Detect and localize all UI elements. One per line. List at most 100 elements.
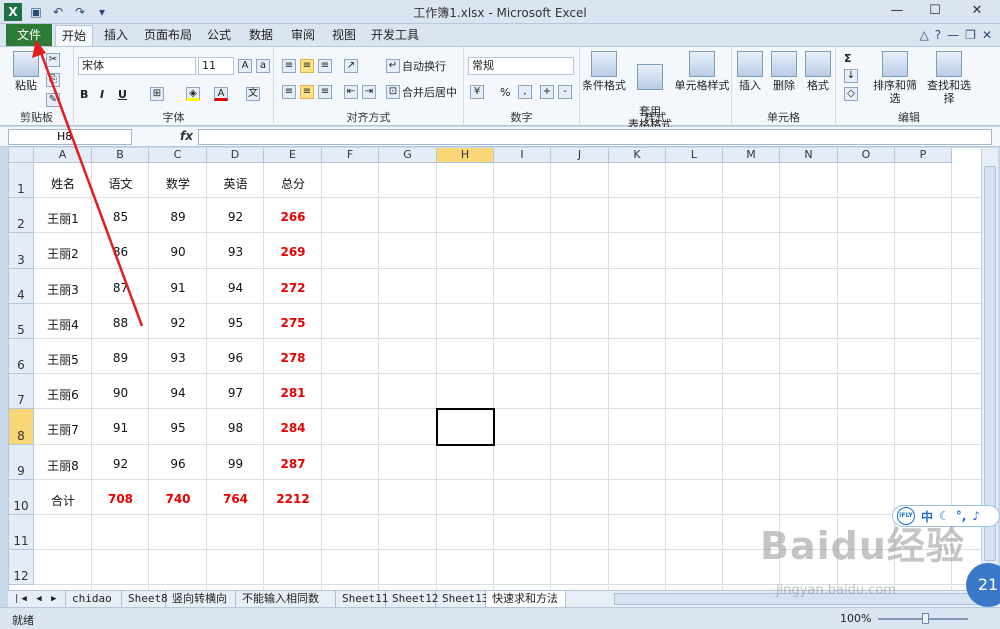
cell-styles-button[interactable]: 单元格样式 (674, 51, 730, 92)
cell-A5[interactable]: 王丽4 (34, 316, 92, 333)
insert-function-button[interactable]: fx (180, 129, 193, 143)
zoom-level[interactable]: 100% (840, 612, 871, 625)
cell-A7[interactable]: 王丽6 (34, 386, 92, 403)
mic-icon[interactable]: ♪ (972, 509, 980, 523)
font-size-select[interactable]: 11 (198, 57, 234, 75)
cell-B2[interactable]: 85 (92, 210, 149, 224)
cell-D2[interactable]: 92 (207, 210, 264, 224)
cell-E10[interactable]: 2212 (264, 492, 322, 506)
row-header-2[interactable]: 2 (9, 198, 34, 234)
sheet-tab-2[interactable]: 竖向转横向 (166, 591, 236, 607)
column-header-I[interactable]: I (494, 148, 551, 163)
decrease-indent-button[interactable]: ⇤ (344, 83, 358, 101)
cell-E3[interactable]: 269 (264, 245, 322, 259)
border-button[interactable]: ⊞ (150, 85, 164, 103)
shrink-font-button[interactable]: a (256, 57, 270, 75)
column-header-B[interactable]: B (92, 148, 149, 163)
minimize-button[interactable]: — (878, 0, 916, 22)
cell-A4[interactable]: 王丽3 (34, 281, 92, 298)
cell-E8[interactable]: 284 (264, 421, 322, 435)
decrease-decimal-button[interactable]: - (558, 83, 572, 101)
cell-D9[interactable]: 99 (207, 457, 264, 471)
select-all-corner[interactable] (9, 148, 34, 163)
doc-close-icon[interactable]: ✕ (982, 28, 992, 42)
align-left-button[interactable]: ≡ (282, 83, 296, 101)
cell-E2[interactable]: 266 (264, 210, 322, 224)
cell-D5[interactable]: 95 (207, 316, 264, 330)
align-right-button[interactable]: ≡ (318, 83, 332, 101)
tab-0[interactable]: 文件 (6, 24, 52, 46)
cell-B10[interactable]: 708 (92, 492, 149, 506)
sheet-tab-1[interactable]: Sheet8 (122, 591, 168, 607)
tab-5[interactable]: 数据 (242, 25, 280, 46)
cell-C10[interactable]: 740 (149, 492, 207, 506)
cell-E7[interactable]: 281 (264, 386, 322, 400)
cell-E6[interactable]: 278 (264, 351, 322, 365)
format-painter-button[interactable]: ✎ (46, 91, 60, 109)
cell-D8[interactable]: 98 (207, 421, 264, 435)
font-name-select[interactable]: 宋体 (78, 57, 196, 75)
cell-A3[interactable]: 王丽2 (34, 245, 92, 262)
cell-C3[interactable]: 90 (149, 245, 207, 259)
underline-button[interactable]: U (118, 85, 127, 103)
cell-B5[interactable]: 88 (92, 316, 149, 330)
cell-B9[interactable]: 92 (92, 457, 149, 471)
cell-D3[interactable]: 93 (207, 245, 264, 259)
column-header-G[interactable]: G (379, 148, 437, 163)
grow-font-button[interactable]: A (238, 57, 252, 75)
insert-cells-button[interactable]: 插入 (734, 51, 766, 92)
orientation-button[interactable]: ↗ (344, 57, 358, 75)
comma-button[interactable]: , (518, 83, 532, 101)
sheet-tab-4[interactable]: Sheet11 (336, 591, 388, 607)
column-header-H[interactable]: H (437, 148, 494, 163)
align-top-button[interactable]: ≡ (282, 57, 296, 75)
column-header-D[interactable]: D (207, 148, 264, 163)
sheet-tab-3[interactable]: 不能输入相同数据 (236, 591, 336, 621)
number-format-select[interactable]: 常规 (468, 57, 574, 75)
column-header-M[interactable]: M (723, 148, 780, 163)
tab-8[interactable]: 开发工具 (367, 25, 423, 46)
align-bottom-button[interactable]: ≡ (318, 57, 332, 75)
column-header-L[interactable]: L (666, 148, 723, 163)
merge-center-button[interactable]: ⊡ 合并后居中 (386, 83, 457, 101)
cell-A6[interactable]: 王丽5 (34, 351, 92, 368)
cell-B6[interactable]: 89 (92, 351, 149, 365)
conditional-format-button[interactable]: 条件格式 (582, 51, 626, 92)
find-select-button[interactable]: 查找和选择 (922, 51, 976, 105)
name-box[interactable]: H8 (8, 129, 132, 145)
cell-B1[interactable]: 语文 (92, 175, 149, 192)
column-header-O[interactable]: O (838, 148, 895, 163)
wrap-text-button[interactable]: ↵ 自动换行 (386, 57, 446, 75)
sheet-tab-5[interactable]: Sheet12 (386, 591, 438, 607)
row-header-6[interactable]: 6 (9, 339, 34, 375)
column-header-F[interactable]: F (322, 148, 379, 163)
cell-D7[interactable]: 97 (207, 386, 264, 400)
cell-D10[interactable]: 764 (207, 492, 264, 506)
row-header-10[interactable]: 10 (9, 479, 34, 515)
cell-A8[interactable]: 王丽7 (34, 421, 92, 438)
row-header-4[interactable]: 4 (9, 268, 34, 304)
align-middle-button[interactable]: ≡ (300, 57, 314, 75)
row-header-5[interactable]: 5 (9, 303, 34, 339)
cut-button[interactable]: ✂ (46, 51, 60, 69)
copy-button[interactable]: ⎘ (46, 71, 60, 89)
tab-7[interactable]: 视图 (325, 25, 363, 46)
tab-4[interactable]: 公式 (200, 25, 238, 46)
formula-input[interactable] (198, 129, 992, 145)
row-header-11[interactable]: 11 (9, 515, 34, 551)
increase-indent-button[interactable]: ⇥ (362, 83, 376, 101)
cell-E4[interactable]: 272 (264, 281, 322, 295)
cell-C8[interactable]: 95 (149, 421, 207, 435)
column-header-C[interactable]: C (149, 148, 207, 163)
tab-1[interactable]: 开始 (55, 25, 93, 46)
cell-C9[interactable]: 96 (149, 457, 207, 471)
vertical-scroll-thumb[interactable] (984, 166, 996, 561)
delete-cells-button[interactable]: 删除 (768, 51, 800, 92)
sheet-nav-arrows[interactable]: |◀ ◀ ▶ ▶| (8, 591, 66, 620)
currency-button[interactable]: ¥ (470, 83, 484, 101)
cell-C1[interactable]: 数学 (149, 175, 207, 192)
zoom-slider-thumb[interactable] (922, 613, 929, 624)
sort-filter-button[interactable]: 排序和筛选 (868, 51, 922, 105)
column-header-N[interactable]: N (780, 148, 838, 163)
maximize-button[interactable]: ☐ (916, 0, 954, 22)
